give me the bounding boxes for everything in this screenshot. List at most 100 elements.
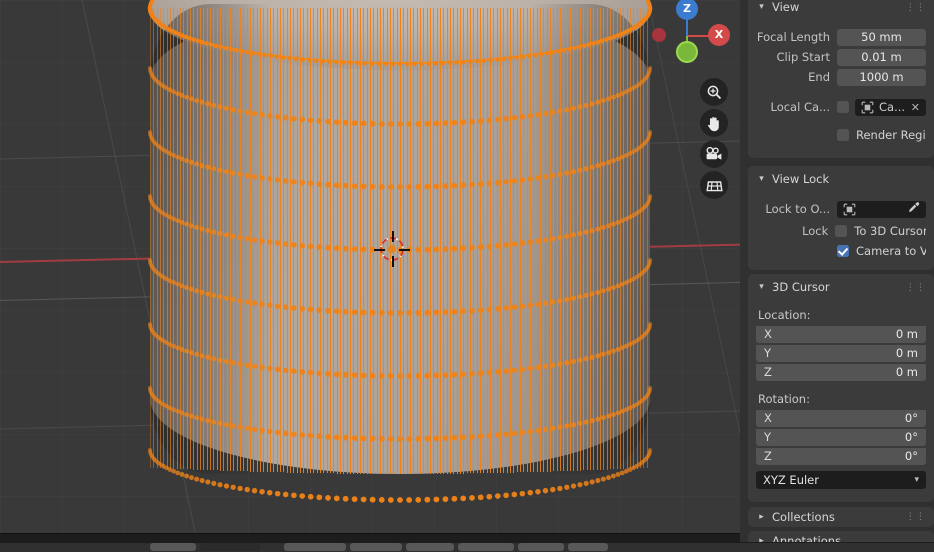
mesh-vertex [266, 428, 273, 435]
mesh-vertex [606, 96, 611, 102]
mesh-vertex [508, 55, 513, 61]
header-button[interactable] [568, 543, 608, 551]
gizmo-axis-z[interactable]: Z [676, 0, 698, 20]
3d-viewport[interactable]: Z X [0, 0, 740, 552]
mesh-vertex [244, 172, 250, 179]
mesh-vertex [194, 224, 200, 230]
checkbox-lock-to-3d-cursor[interactable] [835, 225, 848, 237]
mesh-vertex [433, 120, 440, 127]
mesh-vertex [606, 223, 611, 229]
header-button[interactable] [284, 543, 346, 551]
mesh-vertex [184, 285, 190, 291]
clear-camera-icon[interactable]: ✕ [911, 101, 920, 114]
mesh-vertex [460, 495, 467, 502]
drag-dots-icon[interactable]: ⋮⋮ [906, 3, 926, 13]
mesh-vertex [378, 435, 385, 442]
mesh-vertex [406, 436, 413, 442]
label-location: Location: [758, 308, 811, 322]
mesh-vertex [469, 118, 475, 125]
panel-header-view[interactable]: ▾ View ⋮⋮ [748, 0, 934, 16]
mesh-vertex [503, 178, 509, 185]
mesh-vertex [307, 180, 314, 187]
checkbox-local-camera[interactable] [837, 101, 849, 113]
mesh-vertex [542, 237, 549, 243]
mesh-vertex [348, 60, 353, 66]
view-sidebar[interactable]: ▾ View ⋮⋮ Focal Length 50 mm Clip Start … [740, 0, 934, 552]
field-clip-end[interactable]: 1000 m [837, 68, 926, 86]
mesh-vertex [259, 175, 265, 181]
drag-dots-icon[interactable]: ⋮⋮ [906, 283, 926, 293]
mesh-vertex [615, 92, 621, 98]
axis-label-y: Y [764, 346, 772, 360]
field-lock-to-object[interactable] [837, 200, 926, 218]
mesh-vertex [378, 496, 385, 503]
mesh-vertex [282, 430, 289, 437]
checkbox-render-region[interactable] [837, 129, 849, 141]
field-location-z[interactable]: Z 0 m [756, 363, 926, 381]
camera-view-gizmo[interactable] [700, 140, 728, 168]
mesh-vertex [451, 182, 458, 189]
mesh-vertex [228, 46, 234, 52]
header-button[interactable] [200, 543, 260, 551]
mesh-vertex [217, 230, 223, 237]
mesh-vertex [230, 360, 236, 366]
gizmo-axis-x[interactable]: X [708, 24, 730, 46]
mesh-vertex [477, 307, 484, 314]
lower-editor-header[interactable] [0, 543, 740, 552]
mesh-vertex [460, 434, 467, 441]
field-clip-start[interactable]: 0.01 m [837, 48, 926, 66]
mesh-vertex [189, 350, 194, 356]
mesh-vertex [570, 232, 577, 238]
navigation-gizmo[interactable]: Z X [652, 0, 738, 72]
mesh-vertex [557, 234, 563, 241]
mesh-vertex [274, 114, 281, 120]
mesh-vertex [217, 420, 223, 427]
mesh-vertex [406, 310, 413, 316]
mesh-vertex [199, 39, 205, 45]
drag-dots-icon[interactable]: ⋮⋮ [906, 512, 926, 522]
mesh-vertex [342, 119, 349, 126]
header-button[interactable] [518, 543, 564, 551]
3d-cursor[interactable] [374, 231, 410, 267]
field-focal-length[interactable]: 50 mm [837, 28, 926, 46]
mesh-vertex [360, 183, 367, 190]
field-location-x[interactable]: X 0 m [756, 325, 926, 343]
mesh-vertex [233, 48, 239, 53]
gizmo-axis-y[interactable] [676, 41, 698, 63]
header-button[interactable] [150, 543, 196, 551]
panel-header-3d-cursor[interactable]: ▾ 3D Cursor ⋮⋮ [748, 278, 934, 296]
toggle-perspective-gizmo[interactable] [700, 171, 728, 199]
mesh-vertex [599, 38, 605, 44]
header-button[interactable] [458, 543, 514, 551]
mesh-vertex [351, 120, 358, 126]
panel-header-collections[interactable]: ▸ Collections ⋮⋮ [748, 507, 934, 527]
mesh-vertex [451, 308, 458, 315]
panel-collections[interactable]: ▸ Collections ⋮⋮ [748, 507, 934, 527]
header-button[interactable] [406, 543, 454, 551]
gizmo-axis-neg-x[interactable] [652, 28, 666, 42]
mesh-vertex [250, 51, 256, 56]
mesh-vertex [291, 178, 297, 185]
field-local-camera-object[interactable]: Ca... ✕ [855, 98, 926, 116]
checkbox-camera-to-view[interactable] [837, 245, 849, 257]
zoom-gizmo[interactable] [700, 78, 728, 106]
mesh-vertex [589, 164, 595, 170]
mesh-vertex [570, 358, 577, 365]
rotation-mode-value: XYZ Euler [763, 473, 819, 487]
field-rotation-z[interactable]: Z 0° [756, 447, 926, 465]
mesh-vertex [369, 372, 376, 379]
field-rotation-y[interactable]: Y 0° [756, 428, 926, 446]
mesh-vertex [469, 181, 475, 188]
move-view-gizmo[interactable] [700, 109, 728, 137]
header-button[interactable] [350, 543, 402, 551]
field-location-y[interactable]: Y 0 m [756, 344, 926, 362]
mesh-vertex [316, 307, 323, 314]
panel-header-view-lock[interactable]: ▾ View Lock [748, 170, 934, 188]
mesh-vertex [564, 170, 570, 176]
field-rotation-x[interactable]: X 0° [756, 409, 926, 427]
mesh-vertex [532, 52, 538, 58]
eyedropper-icon[interactable] [907, 201, 920, 217]
mesh-vertex [355, 60, 360, 66]
dropdown-rotation-mode[interactable]: XYZ Euler ▾ [756, 471, 926, 489]
mesh-vertex [595, 163, 601, 169]
